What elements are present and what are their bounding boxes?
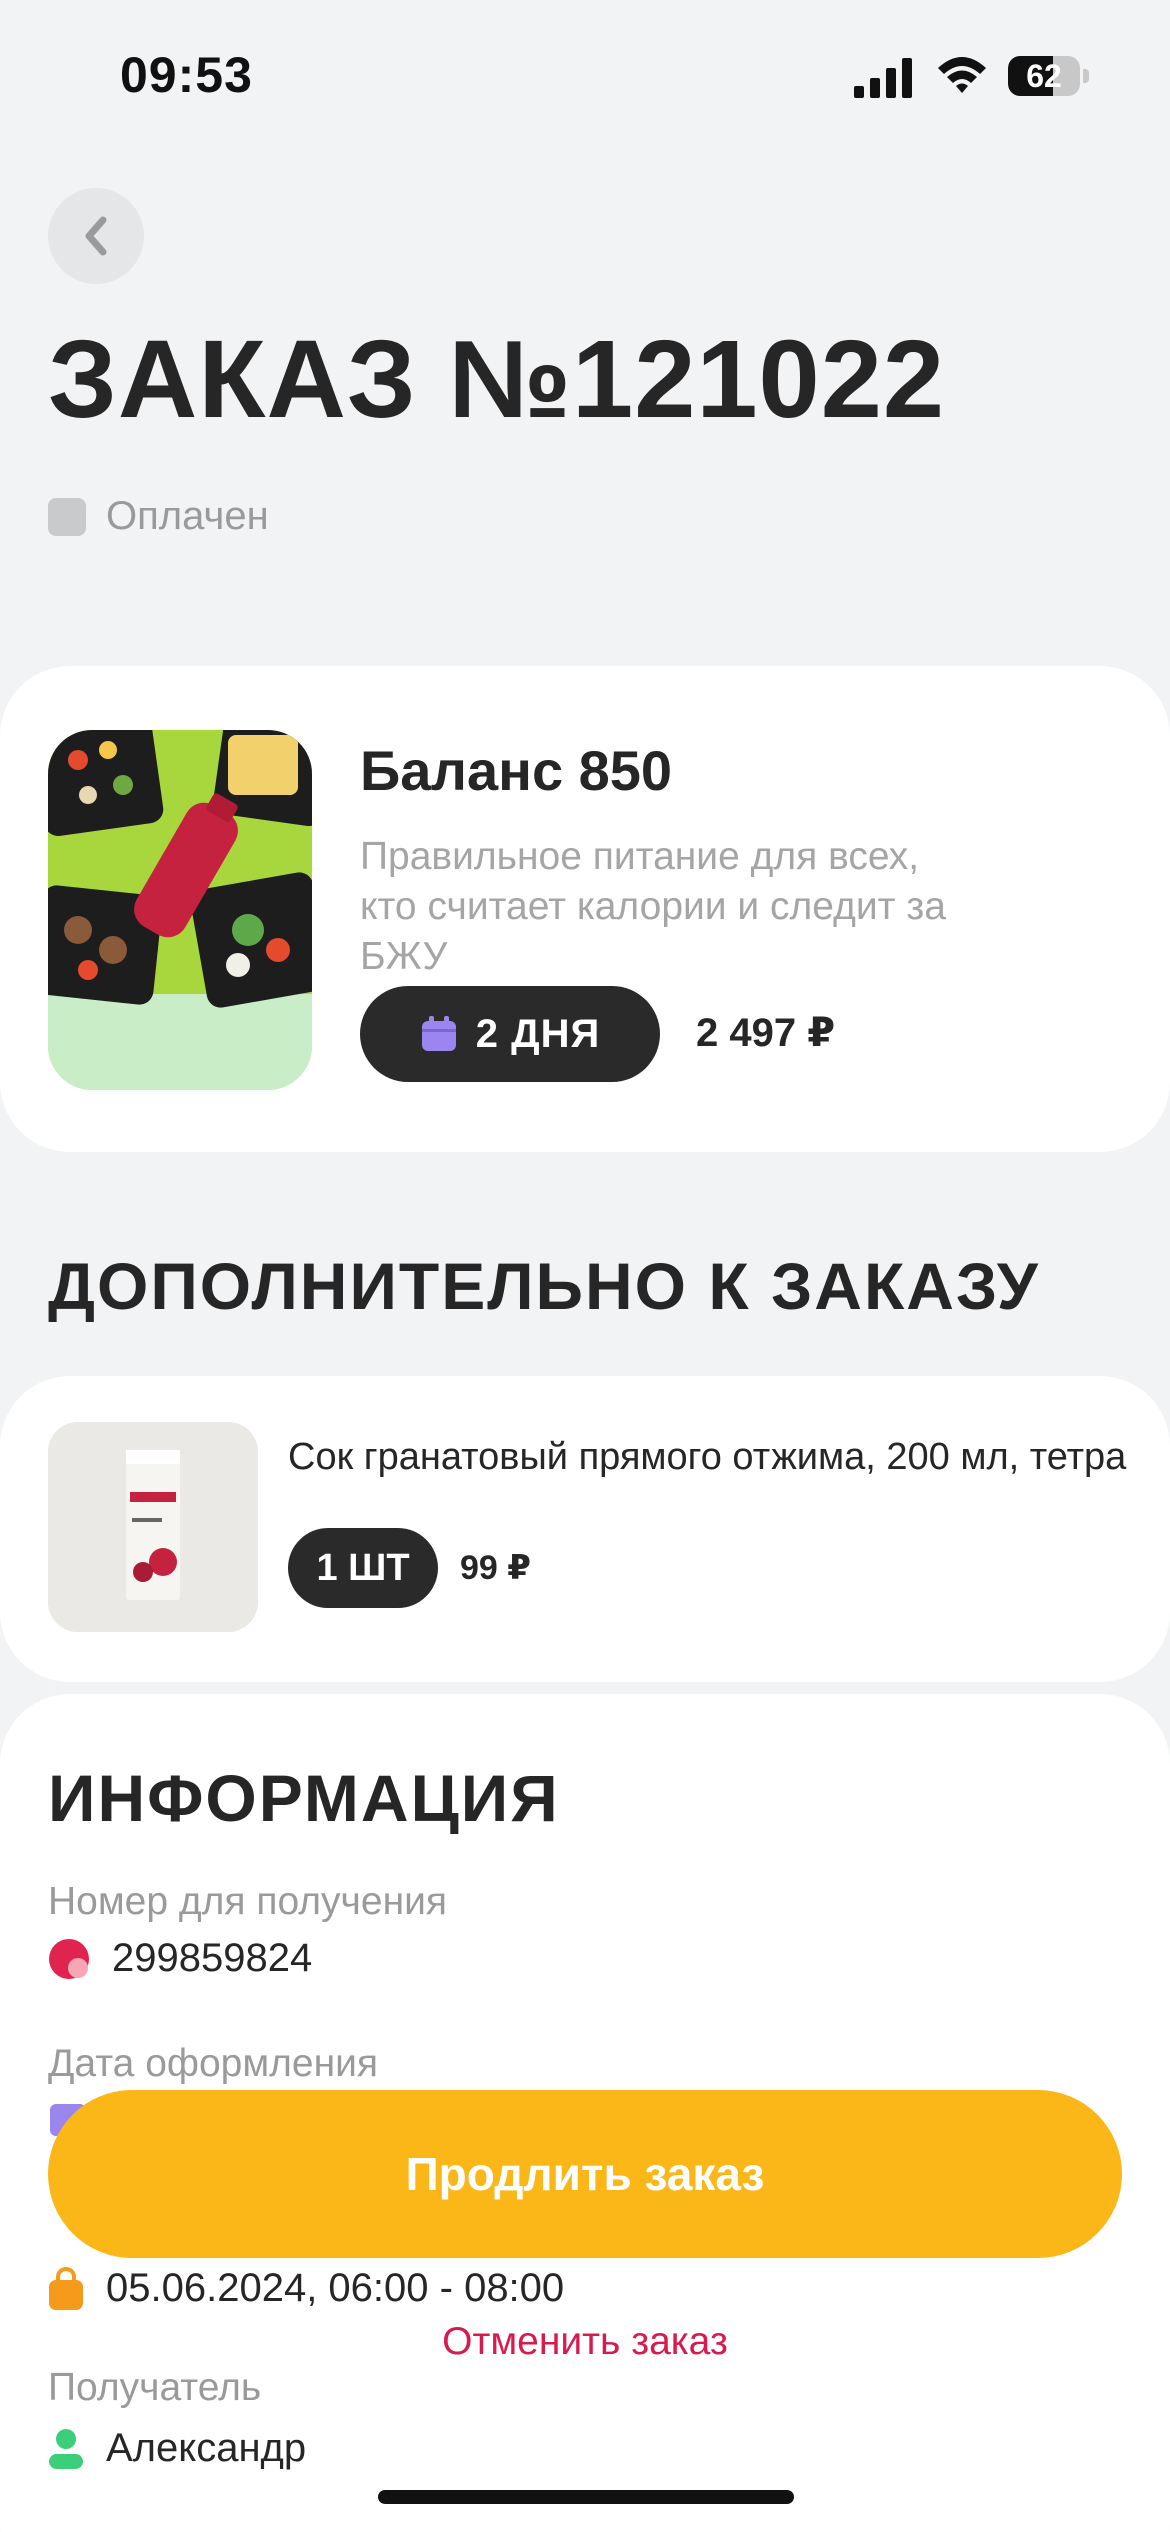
product-card[interactable]: Баланс 850 Правильное питание для всех, …	[0, 666, 1170, 1152]
page-title: ЗАКАЗ №121022	[48, 318, 946, 441]
back-button[interactable]	[48, 188, 144, 284]
days-label: 2 ДНЯ	[475, 1011, 601, 1056]
delivery-time-value: 05.06.2024, 06:00 - 08:00	[106, 2266, 565, 2310]
info-title: ИНФОРМАЦИЯ	[48, 1761, 560, 1835]
addon-price: 99 ₽	[460, 1549, 531, 1587]
delivery-time-row: 05.06.2024, 06:00 - 08:00	[48, 2266, 564, 2311]
wifi-icon	[938, 57, 986, 93]
cancel-order-link[interactable]: Отменить заказ	[0, 2320, 1170, 2364]
status-icon	[48, 497, 86, 536]
additional-section-title: ДОПОЛНИТЕЛЬНО К ЗАКАЗУ	[48, 1249, 1040, 1323]
product-name: Баланс 850	[360, 739, 673, 802]
battery-icon: 62	[1008, 56, 1089, 96]
recipient-row: Александр	[48, 2426, 306, 2471]
signal-icon	[854, 58, 912, 98]
addon-name: Сок гранатовый прямого отжима, 200 мл, т…	[288, 1436, 1127, 1478]
pickup-number-label: Номер для получения	[48, 1880, 448, 1923]
order-date-label: Дата оформления	[48, 2042, 379, 2085]
order-status: Оплачен	[48, 494, 269, 539]
extend-order-button[interactable]: Продлить заказ	[48, 2090, 1122, 2258]
extend-order-label: Продлить заказ	[405, 2148, 765, 2200]
recipient-label: Получатель	[48, 2366, 262, 2409]
quantity-badge: 1 ШТ	[288, 1528, 438, 1608]
days-button[interactable]: 2 ДНЯ	[360, 986, 660, 1082]
addon-image	[48, 1422, 258, 1632]
product-image	[48, 730, 312, 1090]
status-badge: Оплачен	[106, 494, 269, 538]
status-bar: 09:53 62	[0, 0, 1170, 150]
chevron-left-icon	[85, 216, 107, 256]
product-price: 2 497 ₽	[696, 1011, 836, 1055]
product-description: Правильное питание для всех, кто считает…	[360, 835, 946, 978]
pickup-number-row: 299859824	[48, 1936, 312, 1981]
battery-percentage: 62	[1026, 58, 1062, 94]
number-icon	[49, 1938, 89, 1979]
home-indicator[interactable]	[378, 2490, 794, 2504]
recipient-value: Александр	[106, 2426, 307, 2470]
user-icon	[49, 2428, 83, 2469]
calendar-icon	[421, 1016, 456, 1051]
bag-icon	[49, 2266, 83, 2310]
status-time: 09:53	[120, 47, 253, 103]
addon-card[interactable]: Сок гранатовый прямого отжима, 200 мл, т…	[0, 1376, 1170, 1682]
pickup-number-value: 299859824	[112, 1936, 313, 1980]
